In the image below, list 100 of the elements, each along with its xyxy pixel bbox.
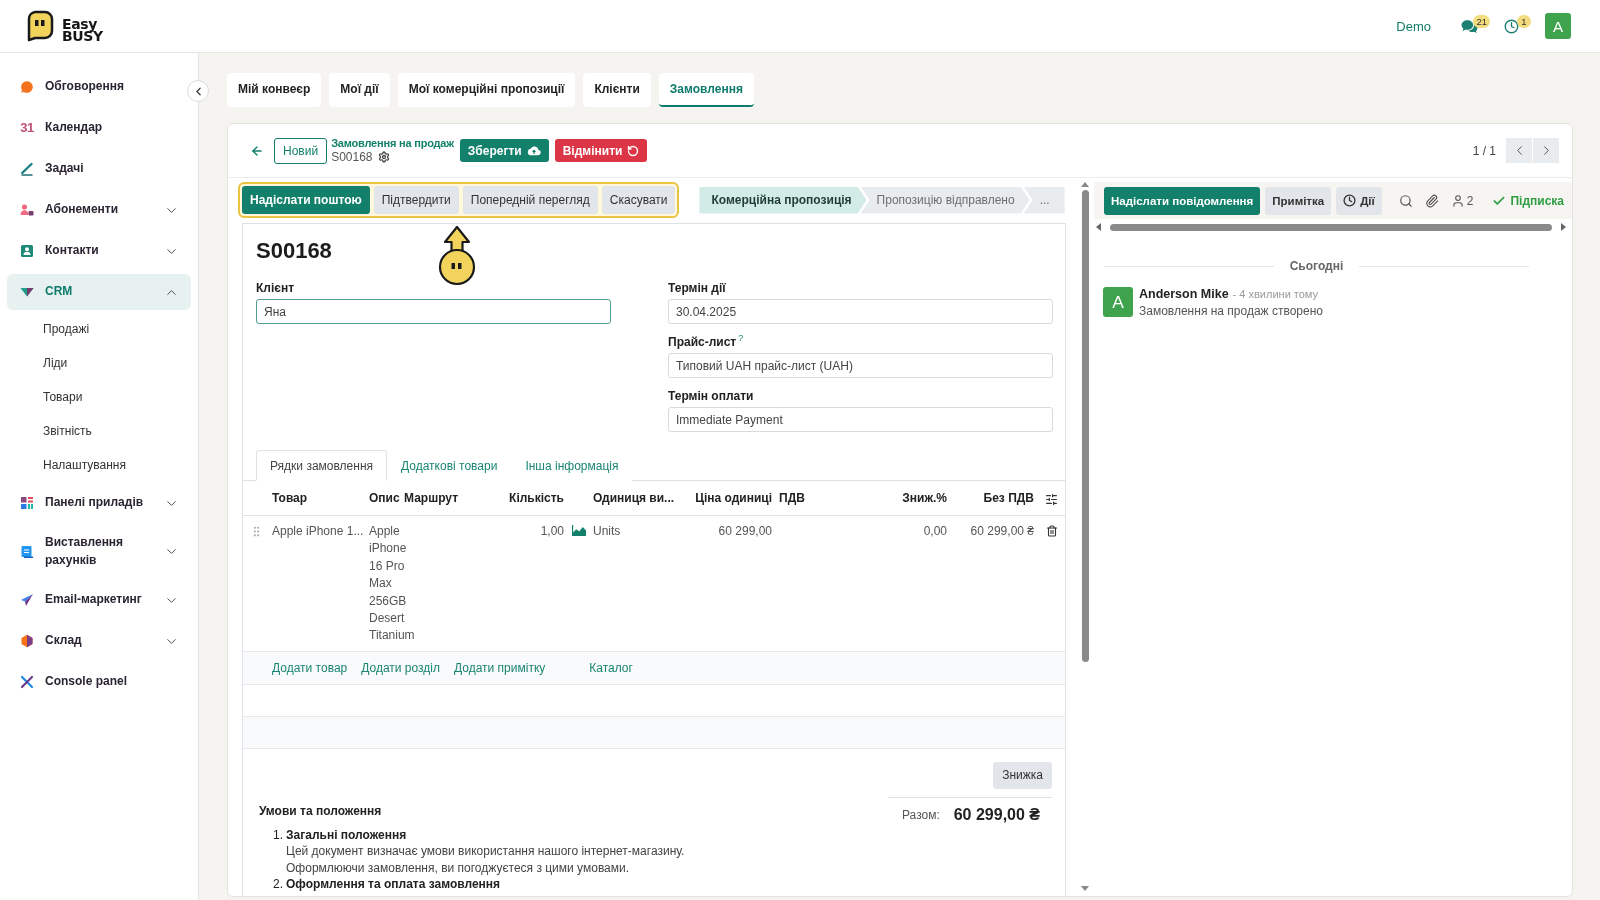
tab[interactable]: Мої дії — [329, 73, 390, 107]
speech-bubble-icon — [20, 80, 34, 94]
chatter-button[interactable]: Дії — [1336, 186, 1382, 215]
notebook-tab[interactable]: Рядки замовлення — [256, 450, 388, 481]
record-name: S00168 — [331, 150, 373, 164]
chatter-button[interactable]: Надіслати повідомлення — [1104, 186, 1261, 215]
field-label: Термін оплати — [668, 388, 754, 405]
search-icon[interactable] — [1398, 193, 1413, 208]
add-link[interactable]: Додати розділ — [361, 660, 440, 675]
table-cell-text: 0,00 — [922, 523, 948, 540]
scrollbar-thumb[interactable] — [1081, 190, 1089, 662]
terms-section-title: Загальні положення — [286, 826, 407, 844]
scroll-left-arrow-icon[interactable] — [1096, 223, 1101, 231]
help-mark[interactable]: ? — [738, 334, 744, 343]
sidebar-subitem[interactable]: Звітність — [7, 414, 191, 448]
action-button[interactable]: Попередній перегляд — [462, 186, 598, 214]
table-cell-text: 60 299,00 — [717, 523, 773, 540]
table-cell-text: 1,00 — [539, 523, 565, 540]
logo-icon — [26, 10, 54, 42]
input-field[interactable]: 30.04.2025 — [668, 299, 1053, 324]
add-link[interactable]: Додати примітку — [454, 660, 546, 675]
add-link[interactable]: Каталог — [589, 660, 633, 675]
sidebar-item[interactable]: Абонементи — [7, 192, 191, 228]
sidebar-subitem[interactable]: Налаштування — [7, 448, 191, 482]
sidebar-item[interactable]: CRM — [7, 274, 191, 310]
paperclip-icon[interactable] — [1424, 193, 1439, 208]
status-stage[interactable]: Пропозицію відправлено — [860, 186, 1030, 214]
followers-button[interactable]: 2 — [1450, 193, 1474, 208]
contact-card-icon — [20, 244, 34, 258]
sidebar-item[interactable]: Обговорення — [7, 69, 191, 105]
sidebar-subitem[interactable]: Продажі — [7, 312, 191, 346]
column-header[interactable]: ПДВ — [776, 491, 883, 505]
breadcrumb-link[interactable]: Замовлення на продаж — [331, 137, 454, 149]
sidebar-subitem[interactable]: Товари — [7, 380, 191, 414]
trash-icon[interactable] — [1045, 525, 1058, 537]
sidebar-item[interactable]: Панелі приладів — [7, 485, 191, 521]
new-button[interactable]: Новий — [274, 137, 328, 164]
message-author: Anderson Mike — [1139, 287, 1229, 301]
input-field[interactable]: Immediate Payment — [668, 407, 1053, 432]
undo-icon — [627, 144, 640, 157]
list-number: 2. — [273, 876, 283, 893]
column-header[interactable]: Маршрут — [401, 491, 481, 505]
author-avatar: A — [1103, 287, 1133, 317]
input-field[interactable]: Яна — [256, 299, 611, 324]
count-badge: 21 — [1473, 15, 1490, 28]
mascot-pointer-icon — [437, 225, 477, 287]
discount-button[interactable]: Знижка — [993, 761, 1052, 789]
sidebar-item[interactable]: Виставлення рахунків — [7, 526, 191, 577]
discard-button[interactable]: Відмінити — [554, 139, 648, 162]
sidebar-item[interactable]: Контакти — [7, 233, 191, 269]
collapse-sidebar-button[interactable] — [187, 80, 209, 102]
column-header[interactable]: Без ПДВ — [951, 491, 1038, 505]
message-text: Замовлення на продаж створено — [1139, 304, 1324, 318]
clock-icon[interactable] — [1504, 18, 1519, 34]
sidebar-subitem[interactable]: Ліди — [7, 346, 191, 380]
area-chart-icon[interactable] — [572, 525, 586, 536]
sidebar-item[interactable]: Склад — [7, 623, 191, 659]
terms-text: Оформлюючи замовлення, ви погоджуєтеся з цими умовами. — [286, 859, 630, 877]
pen-icon — [20, 162, 34, 176]
tab[interactable]: Мій конвеєр — [227, 73, 322, 107]
input-field[interactable]: Типовий UAH прайс-лист (UAH) — [668, 353, 1053, 378]
action-button[interactable]: Надіслати поштою — [242, 186, 370, 214]
gear-icon[interactable] — [377, 151, 390, 163]
scroll-right-arrow-icon[interactable] — [1561, 223, 1566, 231]
logo-text: Easy — [62, 17, 97, 30]
column-header[interactable]: Кількість — [481, 491, 568, 505]
paper-plane-icon — [20, 593, 34, 607]
tab[interactable]: Клієнти — [583, 73, 651, 107]
action-button[interactable]: Скасувати — [601, 186, 676, 214]
company-name[interactable]: Demo — [1396, 18, 1431, 34]
scroll-up-arrow-icon[interactable] — [1081, 182, 1089, 187]
table-cell-text: Apple iPhone 1... — [271, 523, 365, 540]
column-header[interactable]: Зниж.% — [883, 491, 951, 505]
tab[interactable]: Замовлення — [658, 73, 754, 107]
invoice-icon — [20, 544, 34, 559]
action-button[interactable]: Підтвердити — [373, 186, 459, 214]
more-stages-button[interactable]: ... — [1023, 186, 1065, 214]
scrollbar-thumb[interactable] — [1110, 223, 1552, 231]
sidebar-item[interactable]: Email-маркетинг — [7, 582, 191, 618]
column-header[interactable]: Одиниця ви... — [590, 491, 683, 505]
sliders-icon[interactable] — [1045, 492, 1058, 506]
column-header[interactable]: Товар — [269, 491, 366, 505]
status-stage[interactable]: Комерційна пропозиція — [699, 186, 867, 214]
chatter-button[interactable]: Примітка — [1265, 186, 1332, 215]
save-button[interactable]: Зберегти — [459, 139, 549, 162]
sidebar-item[interactable]: Console panel — [7, 664, 191, 700]
pager-counter[interactable]: 1 / 1 — [1472, 143, 1496, 158]
tab[interactable]: Мої комерційні пропозиції — [397, 73, 576, 107]
column-header[interactable]: Опис — [366, 491, 401, 505]
back-button[interactable] — [250, 143, 264, 158]
add-link[interactable]: Додати товар — [272, 660, 348, 675]
table-cell-text: 60 299,00 ₴ — [969, 523, 1035, 540]
message-time: - 4 хвилини тому — [1232, 288, 1319, 300]
scroll-down-arrow-icon[interactable] — [1081, 886, 1089, 891]
column-header[interactable]: Ціна одиниці — [683, 491, 776, 505]
record-title: S00168 — [256, 237, 332, 265]
sidebar-item[interactable]: 31 Календар — [7, 110, 191, 146]
sidebar-item[interactable]: Задачі — [7, 151, 191, 187]
chat-icon[interactable] — [1461, 18, 1478, 34]
terms-title: Умови та положення — [259, 802, 382, 819]
